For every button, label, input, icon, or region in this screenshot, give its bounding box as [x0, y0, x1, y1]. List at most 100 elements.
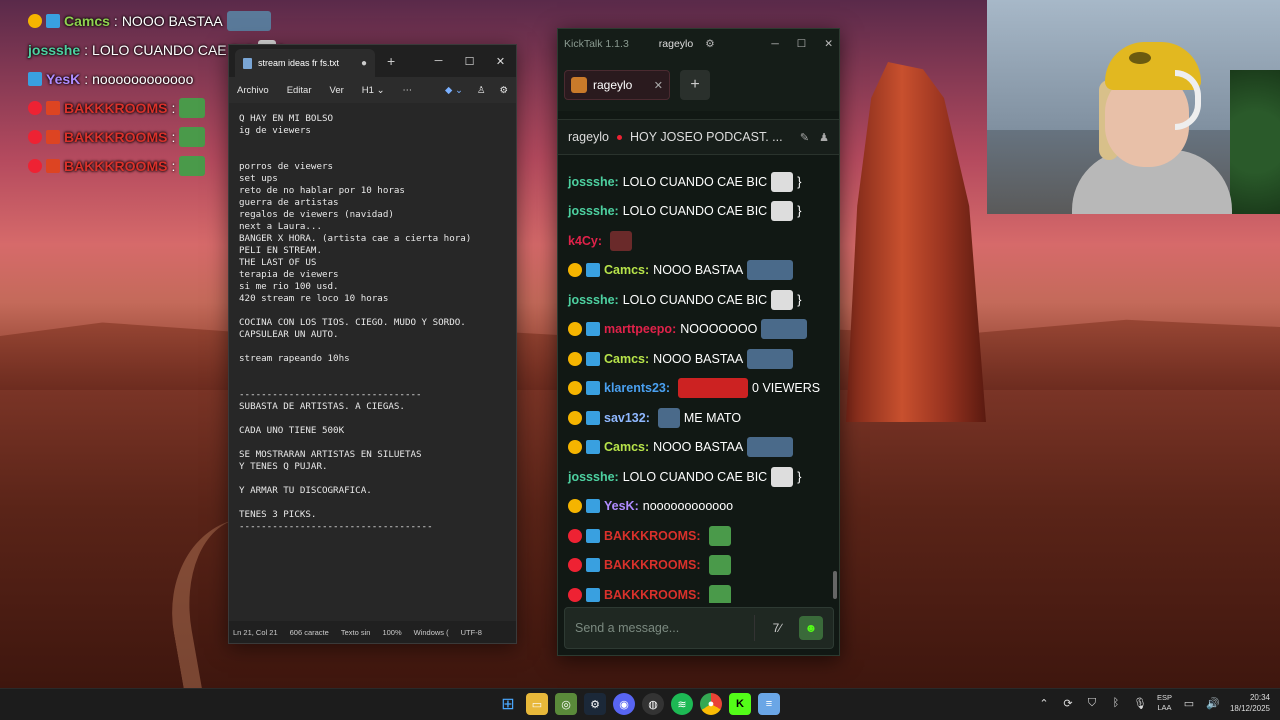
chat-message[interactable]: k4Cy:: [568, 226, 829, 256]
unsaved-dot-icon[interactable]: ●: [361, 58, 367, 69]
notepad-text-area[interactable]: Q HAY EN MI BOLSO ig de viewers porros de …: [229, 103, 516, 619]
chat-message[interactable]: BAKKKROOMS:: [568, 580, 829, 603]
chat-username[interactable]: jossshe:: [568, 293, 619, 307]
settings-gear-icon[interactable]: ⚙: [499, 85, 508, 96]
user-icon[interactable]: ♟: [819, 131, 829, 144]
add-chatroom-button[interactable]: +: [680, 70, 710, 100]
heading-dropdown[interactable]: H1 ⌄: [362, 85, 385, 96]
kick-emote-icon[interactable]: ☻: [799, 616, 823, 640]
chatroom-tab[interactable]: rageylo ✕: [564, 70, 670, 100]
chat-message[interactable]: jossshe: LOLO CUANDO CAE BIC}: [568, 285, 829, 315]
new-tab-button[interactable]: +: [387, 53, 395, 69]
chat-username[interactable]: YesK:: [604, 499, 639, 513]
network-icon[interactable]: ▭: [1182, 696, 1196, 710]
message-input[interactable]: Send a message... 7∕ ☻: [564, 607, 834, 649]
chat-username[interactable]: klarents23:: [604, 381, 670, 395]
chrome-icon[interactable]: ●: [700, 693, 722, 715]
emote-icon[interactable]: [771, 201, 794, 222]
7tv-emote-icon[interactable]: 7∕: [765, 616, 789, 640]
chat-username[interactable]: k4Cy:: [568, 234, 602, 248]
chat-message[interactable]: jossshe: LOLO CUANDO CAE BIC}: [568, 167, 829, 197]
emote-icon[interactable]: [610, 230, 633, 251]
chat-message[interactable]: sav132: ME MATO: [568, 403, 829, 433]
chat-message[interactable]: Camcs: NOOO BASTAA: [568, 433, 829, 463]
settings-gear-icon[interactable]: ⚙: [705, 38, 714, 50]
clock[interactable]: 20:34 18/12/2025: [1230, 692, 1270, 714]
volume-icon[interactable]: 🔊: [1206, 696, 1220, 710]
steam-icon[interactable]: ⚙: [584, 693, 606, 715]
chat-username[interactable]: sav132:: [604, 411, 650, 425]
shield-icon[interactable]: ⛉: [1085, 696, 1099, 710]
windows-start-icon[interactable]: ⊞: [497, 693, 519, 715]
chat-message[interactable]: BAKKKROOMS:: [568, 551, 829, 581]
chat-message[interactable]: klarents23: 0 VIEWERS: [568, 374, 829, 404]
chat-username[interactable]: Camcs:: [604, 352, 649, 366]
microphone-icon[interactable]: 🎙: [1133, 696, 1147, 710]
notepad-tab[interactable]: stream ideas fr fs.txt ●: [235, 49, 375, 77]
xbox-icon[interactable]: ◎: [555, 693, 577, 715]
emote-icon[interactable]: [771, 289, 794, 310]
discord-icon[interactable]: ◉: [613, 693, 635, 715]
current-user[interactable]: rageylo: [659, 38, 693, 50]
copilot-icon[interactable]: ◆ ⌄: [445, 85, 463, 96]
chat-username[interactable]: BAKKKROOMS:: [604, 529, 701, 543]
chevron-up-icon[interactable]: ⌃: [1037, 696, 1051, 710]
close-button[interactable]: ✕: [485, 55, 516, 68]
chat-username[interactable]: Camcs:: [604, 263, 649, 277]
menu-editar[interactable]: Editar: [287, 85, 312, 96]
minimize-button[interactable]: ─: [771, 38, 778, 50]
status-format[interactable]: Texto sin: [341, 628, 371, 637]
kick-icon[interactable]: K: [729, 693, 751, 715]
close-tab-icon[interactable]: ✕: [654, 79, 663, 92]
file-explorer-icon[interactable]: ▭: [526, 693, 548, 715]
scrollbar[interactable]: [833, 571, 837, 599]
notepad-icon[interactable]: ≡: [758, 693, 780, 715]
chat-username[interactable]: jossshe:: [568, 175, 619, 189]
chat-messages[interactable]: jossshe: LOLO CUANDO CAE BIC} jossshe: LOLO…: [558, 155, 839, 603]
chat-message[interactable]: marttpeepo: NOOOOOOO: [568, 315, 829, 345]
maximize-button[interactable]: ☐: [797, 38, 806, 50]
chat-username[interactable]: jossshe:: [568, 204, 619, 218]
menu-archivo[interactable]: Archivo: [237, 85, 269, 96]
chat-message[interactable]: Camcs: NOOO BASTAA: [568, 256, 829, 286]
emote-icon[interactable]: [708, 584, 731, 603]
chat-username[interactable]: marttpeepo:: [604, 322, 676, 336]
close-button[interactable]: ✕: [824, 38, 833, 50]
emote-icon[interactable]: [708, 555, 731, 576]
chat-message[interactable]: Camcs: NOOO BASTAA: [568, 344, 829, 374]
chat-username[interactable]: BAKKKROOMS:: [604, 558, 701, 572]
account-icon[interactable]: ♙: [477, 85, 486, 96]
chat-message[interactable]: YesK: noooooooooooo: [568, 492, 829, 522]
maximize-button[interactable]: ☐: [454, 55, 485, 68]
emote-icon[interactable]: [747, 437, 794, 458]
status-zoom[interactable]: 100%: [382, 628, 401, 637]
spotify-icon[interactable]: ≋: [671, 693, 693, 715]
emote-icon[interactable]: [771, 466, 794, 487]
chat-message[interactable]: jossshe: LOLO CUANDO CAE BIC}: [568, 462, 829, 492]
pin-icon[interactable]: ✎: [800, 131, 809, 144]
badge-icon: [28, 13, 42, 28]
status-encoding[interactable]: UTF-8: [461, 628, 482, 637]
chat-username[interactable]: BAKKKROOMS:: [604, 588, 701, 602]
emote-icon[interactable]: [771, 171, 794, 192]
emote-icon[interactable]: [657, 407, 680, 428]
chat-message[interactable]: BAKKKROOMS:: [568, 521, 829, 551]
menu-ver[interactable]: Ver: [330, 85, 344, 96]
sync-icon[interactable]: ⟳: [1061, 696, 1075, 710]
chat-username[interactable]: Camcs:: [604, 440, 649, 454]
minimize-button[interactable]: ─: [423, 55, 454, 68]
more-options-icon[interactable]: ⋯: [403, 85, 413, 96]
chat-message[interactable]: jossshe: LOLO CUANDO CAE BIC}: [568, 197, 829, 227]
emote-icon[interactable]: [747, 260, 794, 281]
emote-icon[interactable]: [761, 319, 808, 340]
chat-username[interactable]: jossshe:: [568, 470, 619, 484]
emote-icon[interactable]: [708, 525, 731, 546]
emote-icon[interactable]: [747, 348, 794, 369]
live-indicator-icon: [617, 134, 622, 140]
status-eol[interactable]: Windows (: [414, 628, 449, 637]
badge-icon: [46, 158, 60, 173]
emote-icon[interactable]: [678, 378, 749, 399]
obs-icon[interactable]: ◍: [642, 693, 664, 715]
language-indicator[interactable]: ESP LAA: [1157, 693, 1172, 713]
bluetooth-icon[interactable]: ᛒ: [1109, 696, 1123, 710]
